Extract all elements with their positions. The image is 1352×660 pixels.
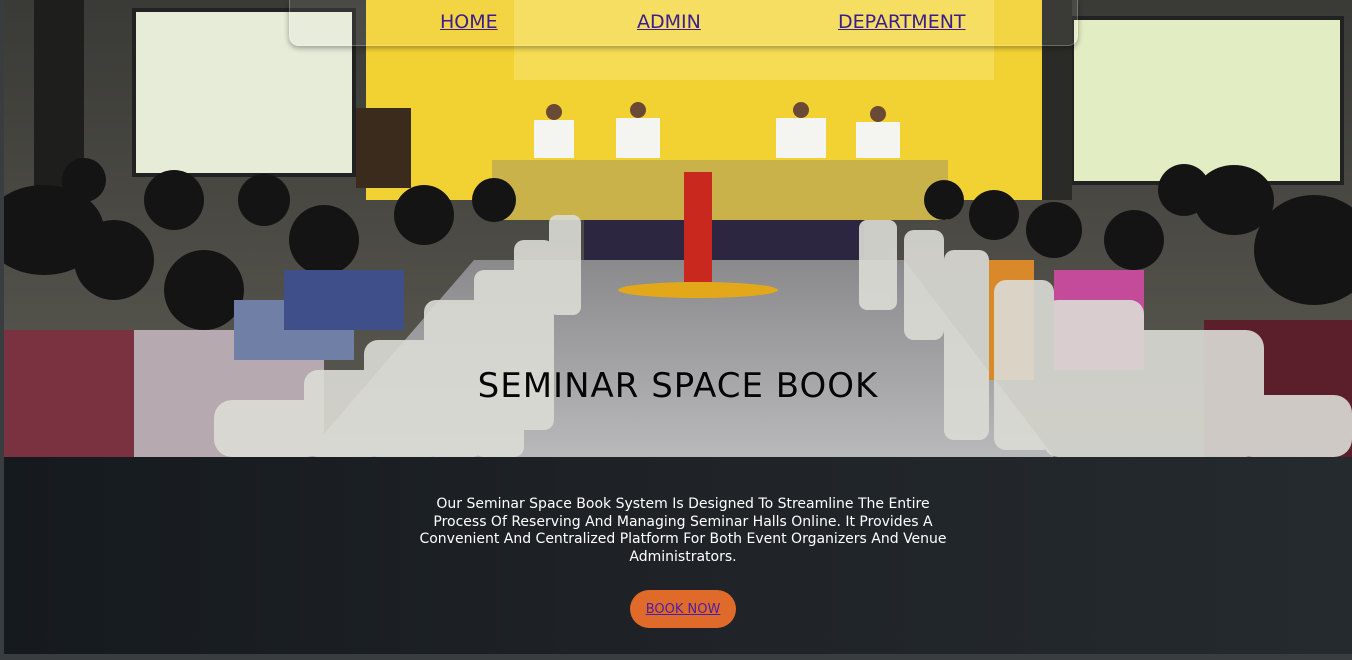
hero-section: SEMINAR SPACE BOOK — [4, 0, 1352, 457]
book-now-button[interactable]: BOOK NOW — [630, 590, 736, 628]
hero-title: SEMINAR SPACE BOOK — [477, 366, 879, 406]
intro-description: Our Seminar Space Book System Is Designe… — [419, 496, 947, 565]
top-nav: HOME ADMIN DEPARTMENT — [289, 0, 1078, 46]
nav-home-link[interactable]: HOME — [440, 11, 498, 33]
page: SEMINAR SPACE BOOK HOME ADMIN DEPARTMENT… — [0, 0, 1352, 660]
nav-admin-link[interactable]: ADMIN — [637, 11, 701, 33]
nav-department-link[interactable]: DEPARTMENT — [838, 11, 966, 33]
